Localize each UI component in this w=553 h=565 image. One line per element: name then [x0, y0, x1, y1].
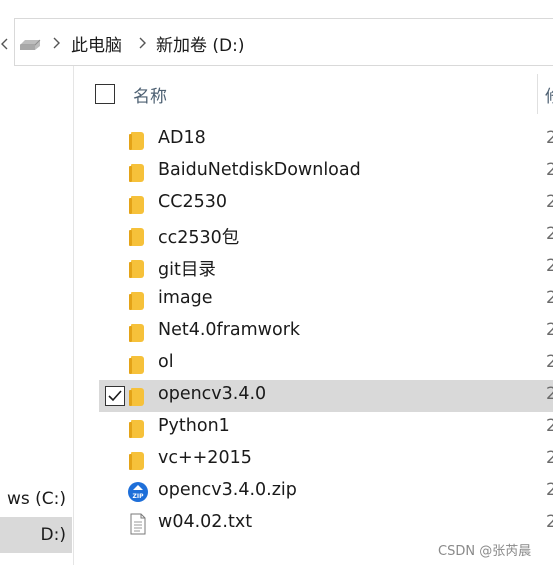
- file-name: CC2530: [158, 192, 227, 212]
- list-item[interactable]: w04.02.txt 2: [99, 508, 553, 540]
- file-name: Net4.0framwork: [158, 320, 301, 340]
- folder-icon: [129, 291, 147, 311]
- watermark: CSDN @张芮晨: [438, 544, 532, 559]
- file-name: git目录: [158, 260, 216, 280]
- address-bar[interactable]: 此电脑 新加卷 (D:): [14, 18, 553, 66]
- file-date: 2: [546, 480, 553, 500]
- file-date: 2: [546, 288, 553, 308]
- nav-item-drive-c[interactable]: ws (C:): [0, 481, 72, 517]
- file-date: 2: [546, 352, 553, 372]
- file-date: 2: [546, 384, 553, 404]
- breadcrumb-drive-d[interactable]: 新加卷 (D:): [156, 31, 245, 56]
- file-date: 2: [546, 160, 553, 180]
- list-item[interactable]: ZIP opencv3.4.0.zip 2: [99, 476, 553, 508]
- svg-text:ZIP: ZIP: [133, 493, 145, 500]
- file-date: 2: [546, 416, 553, 436]
- file-date: 2: [546, 448, 553, 468]
- chevron-left-icon[interactable]: [0, 38, 10, 50]
- folder-icon: [129, 163, 147, 183]
- file-date: 2: [546, 512, 553, 532]
- column-divider[interactable]: [537, 74, 538, 114]
- list-item[interactable]: BaiduNetdiskDownload 2: [99, 156, 553, 188]
- folder-icon: [129, 131, 147, 151]
- file-date: 2: [546, 256, 553, 276]
- list-item[interactable]: Net4.0framwork 2: [99, 316, 553, 348]
- list-item[interactable]: cc2530包 2: [99, 220, 553, 252]
- folder-icon: [129, 259, 147, 279]
- list-item[interactable]: CC2530 2: [99, 188, 553, 220]
- list-item[interactable]: git目录 2: [99, 252, 553, 284]
- navigation-pane: ws (C:) D:): [0, 66, 74, 565]
- file-name: Python1: [158, 416, 230, 436]
- folder-icon: [129, 323, 147, 343]
- list-item[interactable]: Python1 2: [99, 412, 553, 444]
- checkmark-icon: [108, 390, 122, 402]
- file-date: 2: [546, 224, 553, 244]
- select-all-checkbox[interactable]: [95, 84, 115, 104]
- chevron-right-icon[interactable]: [137, 36, 147, 50]
- file-name: AD18: [158, 128, 206, 148]
- file-name: w04.02.txt: [158, 512, 253, 532]
- drive-icon: [20, 39, 41, 50]
- column-header-name[interactable]: 名称: [133, 82, 167, 107]
- text-file-icon: [130, 513, 146, 535]
- list-item[interactable]: image 2: [99, 284, 553, 316]
- row-checkbox[interactable]: [105, 386, 125, 406]
- column-header-modified[interactable]: 修: [545, 82, 553, 107]
- list-item[interactable]: ol 2: [99, 348, 553, 380]
- folder-icon: [129, 451, 147, 471]
- file-name: opencv3.4.0: [158, 384, 267, 404]
- file-name: BaiduNetdiskDownload: [158, 160, 361, 180]
- file-name: image: [158, 288, 213, 308]
- list-item[interactable]: AD18 2: [99, 124, 553, 156]
- file-name: opencv3.4.0.zip: [158, 480, 297, 500]
- list-item-selected[interactable]: opencv3.4.0 2: [99, 380, 553, 412]
- folder-icon: [129, 355, 147, 375]
- file-date: 2: [546, 192, 553, 212]
- file-name: vc++2015: [158, 448, 252, 468]
- file-name: ol: [158, 352, 174, 372]
- file-date: 2: [546, 128, 553, 148]
- folder-icon: [129, 387, 147, 407]
- folder-icon: [129, 227, 147, 247]
- file-name: cc2530包: [158, 228, 240, 248]
- nav-item-drive-d[interactable]: D:): [0, 517, 72, 553]
- zip-archive-icon: ZIP: [128, 482, 148, 502]
- folder-icon: [129, 419, 147, 439]
- breadcrumb-this-pc[interactable]: 此电脑: [71, 31, 122, 56]
- chevron-right-icon[interactable]: [51, 36, 61, 50]
- list-item[interactable]: vc++2015 2: [99, 444, 553, 476]
- file-date: 2: [546, 320, 553, 340]
- folder-icon: [129, 195, 147, 215]
